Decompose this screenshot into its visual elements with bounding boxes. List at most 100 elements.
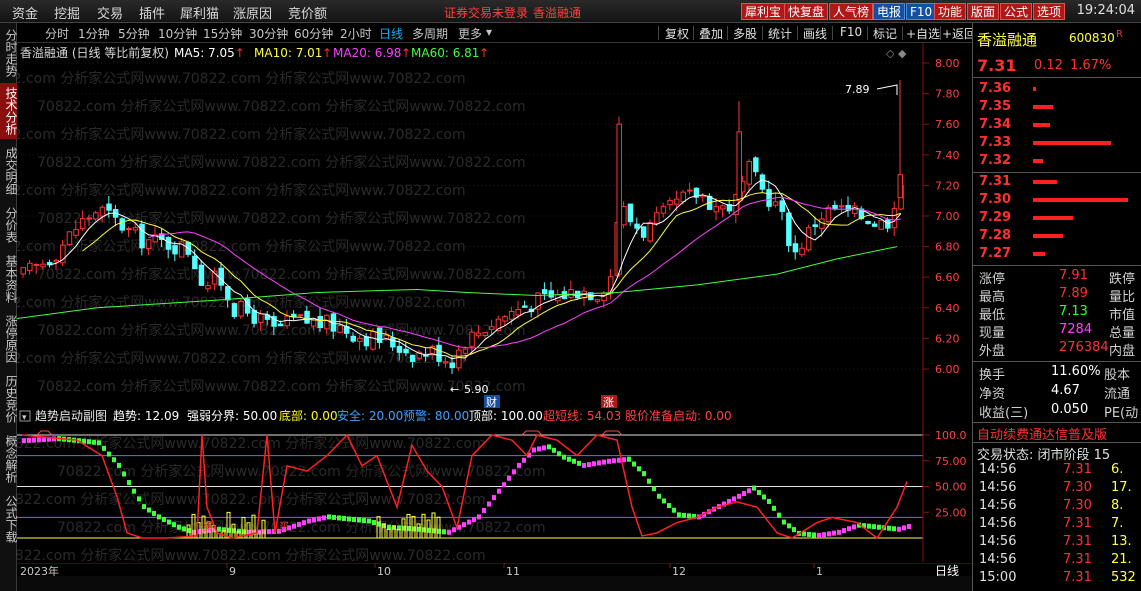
- vtab-technical[interactable]: 技术分析: [0, 83, 18, 139]
- stat-value: 7284: [1059, 322, 1093, 337]
- candle-body: [482, 332, 488, 337]
- tick-volume: 6.: [1111, 462, 1124, 477]
- period-multi[interactable]: 多周期: [412, 25, 448, 42]
- period-more[interactable]: 更多: [458, 25, 482, 42]
- quick-button-formula[interactable]: 公式: [1000, 3, 1033, 20]
- stock-name: 香溢融通: [977, 31, 1038, 49]
- trend-block: [607, 458, 611, 464]
- quick-button-telegraph[interactable]: 电报: [873, 3, 906, 20]
- vtab-history-auction[interactable]: 历史竞价: [0, 371, 18, 427]
- ask-price: 7.32: [979, 153, 1012, 168]
- period-15min[interactable]: 15分钟: [203, 25, 242, 42]
- sub-indicator-title[interactable]: 趋势启动副图: [35, 409, 107, 423]
- vtab-formula-download[interactable]: 公式下载: [0, 491, 18, 547]
- tick-time: 14:56: [979, 552, 1017, 567]
- badge-cai[interactable]: 财: [486, 395, 497, 409]
- login-notice[interactable]: 证券交易未登录: [444, 4, 528, 21]
- trend-block: [602, 459, 606, 465]
- tool-mark[interactable]: 标记: [873, 25, 897, 42]
- vtab-concept[interactable]: 概念解析: [0, 431, 18, 487]
- candle-body: [621, 206, 627, 226]
- menu-mining[interactable]: 挖掘: [54, 3, 80, 22]
- stat-label-2: 市值: [1109, 308, 1136, 323]
- menu-limit-reason[interactable]: 涨原因: [233, 3, 272, 22]
- trend-sub-chart[interactable]: 70822.com 分析家公式网www.70822.com 分析家公式网www.…: [0, 408, 972, 576]
- quick-button-layout[interactable]: 版面: [967, 3, 1000, 20]
- period-30min[interactable]: 30分钟: [249, 25, 288, 42]
- menu-trade[interactable]: 交易: [97, 3, 123, 22]
- watermark-text: 70822.com 分析家公式网www.70822.com 分析家公式网www.…: [57, 463, 546, 480]
- period-10min[interactable]: 10分钟: [158, 25, 197, 42]
- menu-plugins[interactable]: 插件: [139, 3, 165, 22]
- stat-value: 7.89: [1059, 286, 1088, 301]
- period-2hour[interactable]: 2小时: [340, 25, 372, 42]
- trend-block: [747, 488, 751, 494]
- menu-funds[interactable]: 资金: [12, 3, 38, 22]
- top-marker: [521, 430, 543, 436]
- depth-volume-bar: [1033, 252, 1045, 256]
- candle-body: [86, 217, 92, 220]
- trend-block: [532, 447, 536, 453]
- tool-overlay[interactable]: 叠加: [699, 25, 723, 42]
- vtab-intraday[interactable]: 分时走势: [0, 25, 18, 81]
- clock: 19:24:04: [1076, 3, 1135, 18]
- quick-button-popular[interactable]: 人气榜: [829, 3, 874, 20]
- period-1min[interactable]: 1分钟: [78, 25, 110, 42]
- quick-button-function[interactable]: 功能: [934, 3, 967, 20]
- kline-main-chart[interactable]: 70822.com 分析家公式网www.70822.com 分析家公式网www.…: [0, 43, 972, 409]
- trend-block: [822, 532, 826, 538]
- period-daily[interactable]: 日线: [379, 25, 403, 42]
- top-menu-bar: 资金 挖掘 交易 插件 犀利猫 涨原因 竞价额 证券交易未登录 香溢融通 犀利宝…: [0, 0, 1141, 23]
- vtab-price-table[interactable]: 分价表: [0, 203, 18, 247]
- tool-adjust[interactable]: 复权: [665, 25, 689, 42]
- toolbar-divider: [867, 26, 868, 40]
- trend-block: [877, 524, 881, 530]
- tool-back[interactable]: +返回: [942, 25, 976, 42]
- trend-block: [452, 527, 456, 533]
- tick-price: 7.30: [1063, 498, 1092, 513]
- badge-zhang[interactable]: 涨: [603, 396, 614, 409]
- expand-diamond-icon[interactable]: ◇ ◆: [886, 47, 907, 60]
- depth-volume-bar: [1033, 180, 1057, 184]
- toolbar-divider: [693, 26, 694, 40]
- vtab-basic-info[interactable]: 基本资料: [0, 251, 18, 307]
- stat-label-2: 量比: [1109, 290, 1136, 305]
- top-marker: [601, 430, 623, 436]
- candle-body: [647, 222, 653, 242]
- chevron-down-icon[interactable]: ▾: [486, 25, 492, 39]
- quick-button-xilibao[interactable]: 犀利宝: [741, 3, 786, 20]
- stat-value: 0.050: [1051, 402, 1089, 417]
- vtab-limit-reason[interactable]: 涨停原因: [0, 311, 18, 367]
- tick-price: 7.31: [1063, 516, 1092, 531]
- menubar-stock-name: 香溢融通: [533, 6, 582, 20]
- period-60min[interactable]: 60分钟: [294, 25, 333, 42]
- trend-block: [182, 526, 186, 532]
- price-change: 0.12: [1034, 58, 1063, 73]
- candle-body: [198, 264, 205, 286]
- trend-block: [897, 526, 901, 532]
- tool-stats[interactable]: 统计: [768, 25, 792, 42]
- tool-add-watchlist[interactable]: +自选: [906, 25, 940, 42]
- trend-block: [462, 522, 466, 528]
- vtab-trade-detail[interactable]: 成交明细: [0, 143, 18, 199]
- trend-block: [637, 466, 641, 472]
- period-intraday[interactable]: 分时: [45, 25, 69, 42]
- trend-block: [492, 495, 496, 501]
- quick-button-review[interactable]: 快复盘: [784, 3, 829, 20]
- quick-button-f10[interactable]: F10: [906, 3, 937, 20]
- period-5min[interactable]: 5分钟: [118, 25, 150, 42]
- menu-xilimao[interactable]: 犀利猫: [180, 3, 219, 22]
- candle-body: [759, 174, 766, 190]
- tool-f10[interactable]: F10: [840, 25, 862, 39]
- trend-block: [587, 462, 591, 468]
- trend-block: [97, 440, 101, 446]
- ticker-marquee[interactable]: 自动续费通达信普及版: [977, 424, 1107, 443]
- tool-multi-stock[interactable]: 多股: [733, 25, 757, 42]
- tool-draw[interactable]: 画线: [803, 25, 827, 42]
- bid-price: 7.30: [979, 192, 1012, 207]
- candle-body: [838, 205, 845, 208]
- trend-block: [147, 507, 151, 513]
- quick-button-options[interactable]: 选项: [1033, 3, 1066, 20]
- menu-auction[interactable]: 竞价额: [288, 3, 327, 22]
- sub-legend-item: 股价准备启动: 0.00: [625, 409, 732, 423]
